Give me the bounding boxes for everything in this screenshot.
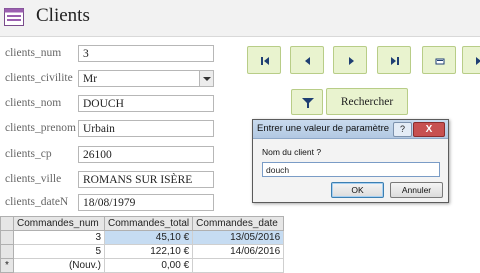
column-header-commandes-num[interactable]: Commandes_num	[13, 216, 105, 231]
filter-icon	[302, 98, 314, 108]
cancel-button[interactable]: Annuler	[390, 182, 443, 198]
table-row[interactable]: 5 122,10 € 14/06/2016	[0, 244, 285, 259]
cell-commandes-num[interactable]: 3	[13, 230, 105, 245]
save-record-icon	[476, 57, 480, 65]
clients-datenaissance-label: clients_dateN	[5, 196, 69, 208]
new-record-row[interactable]: * (Nouv.) 0,00 €	[0, 258, 285, 273]
clients-ville-label: clients_ville	[5, 173, 62, 185]
column-header-commandes-total[interactable]: Commandes_total	[103, 216, 194, 231]
search-client-button[interactable]: Rechercher Client	[326, 88, 408, 134]
clients-ville-field[interactable]: ROMANS SUR ISÈRE	[78, 171, 214, 188]
row-selector[interactable]	[0, 230, 14, 245]
dialog-titlebar[interactable]: Entrer une valeur de paramètre ? X	[253, 120, 448, 139]
cell-commandes-num[interactable]: 5	[13, 244, 105, 259]
last-record-icon	[391, 57, 399, 65]
dialog-title: Entrer une valeur de paramètre	[257, 123, 390, 134]
new-record-button[interactable]	[422, 46, 456, 74]
select-all-cell[interactable]	[0, 216, 14, 231]
row-selector[interactable]	[0, 244, 14, 259]
clients-nom-label: clients_nom	[5, 97, 62, 109]
parameter-input[interactable]: douch	[262, 162, 440, 177]
clients-prenom-field[interactable]: Urbain	[78, 120, 214, 137]
form-title: Clients	[36, 5, 90, 26]
ok-button[interactable]: OK	[331, 182, 384, 198]
previous-record-button[interactable]	[290, 46, 324, 74]
close-button[interactable]: X	[413, 122, 445, 137]
datasheet-header-row: Commandes_num Commandes_total Commandes_…	[0, 216, 285, 231]
help-button[interactable]: ?	[393, 122, 412, 137]
next-record-icon	[349, 57, 354, 65]
commandes-datasheet: Commandes_num Commandes_total Commandes_…	[0, 216, 480, 273]
clients-cp-label: clients_cp	[5, 148, 52, 160]
column-header-commandes-date[interactable]: Commandes_date	[192, 216, 285, 231]
form-icon	[4, 8, 24, 26]
cell-commandes-date[interactable]	[192, 258, 285, 273]
first-record-button[interactable]	[247, 46, 281, 74]
form-header: Clients	[0, 0, 480, 37]
table-row[interactable]: 3 45,10 € 13/05/2016	[0, 230, 285, 245]
new-row-marker[interactable]: *	[0, 258, 14, 273]
clients-num-field[interactable]: 3	[78, 45, 214, 62]
clients-cp-field[interactable]: 26100	[78, 146, 214, 163]
save-record-button[interactable]	[462, 46, 480, 74]
clients-prenom-label: clients_prenom	[5, 122, 76, 134]
clients-num-label: clients_num	[5, 47, 62, 59]
cell-commandes-total[interactable]: 45,10 €	[103, 230, 194, 245]
clients-datenaissance-field[interactable]: 18/08/1979	[78, 194, 214, 211]
last-record-button[interactable]	[377, 46, 411, 74]
clients-nom-field[interactable]: DOUCH	[78, 95, 214, 112]
cell-commandes-date[interactable]: 13/05/2016	[192, 230, 285, 245]
clients-civilite-combobox[interactable]: Mr	[78, 70, 214, 87]
first-record-icon	[261, 57, 269, 65]
parameter-dialog: Entrer une valeur de paramètre ? X Nom d…	[252, 119, 449, 203]
filter-button[interactable]	[291, 89, 323, 115]
cell-commandes-date[interactable]: 14/06/2016	[192, 244, 285, 259]
cell-commandes-num[interactable]: (Nouv.)	[13, 258, 105, 273]
chevron-down-icon[interactable]	[199, 71, 213, 86]
clients-civilite-label: clients_civilite	[5, 72, 73, 84]
clients-civilite-value: Mr	[83, 73, 98, 85]
dialog-prompt: Nom du client ?	[262, 147, 322, 157]
cell-commandes-total[interactable]: 0,00 €	[103, 258, 194, 273]
next-record-button[interactable]	[333, 46, 367, 74]
new-record-icon	[435, 58, 445, 65]
cell-commandes-total[interactable]: 122,10 €	[103, 244, 194, 259]
previous-record-icon	[305, 57, 310, 65]
